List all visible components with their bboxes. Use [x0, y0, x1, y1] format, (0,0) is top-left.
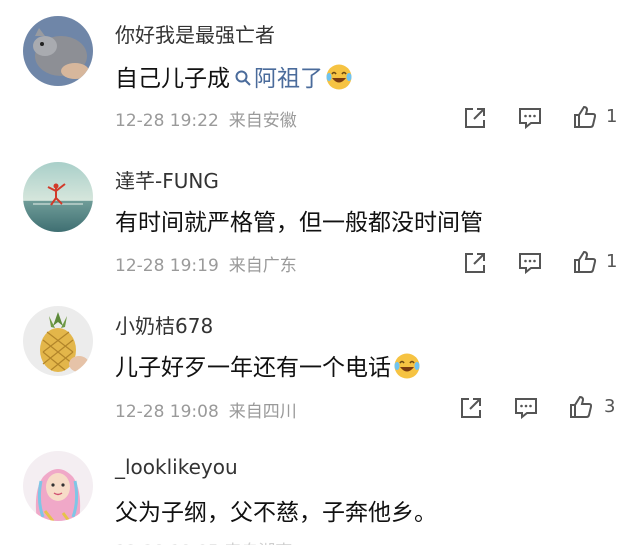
laugh-cry-emoji — [326, 64, 352, 90]
share-icon — [465, 108, 485, 128]
comment-text: 父为子纲，父不慈，子奔他乡。 — [115, 500, 437, 526]
comment-meta: 12-28 19:22 来自安徽 — [115, 106, 307, 131]
gray-cat-avatar — [23, 16, 93, 86]
comment-text-part: 自己儿子成 — [115, 66, 230, 92]
laugh-cry-emoji — [394, 353, 420, 379]
share-button[interactable] — [462, 105, 488, 131]
avatar[interactable] — [23, 451, 93, 521]
location: 来自安徽 — [228, 111, 297, 131]
comment-icon — [515, 398, 537, 420]
location: 来自四川 — [228, 402, 297, 422]
pineapple-avatar — [23, 306, 93, 376]
like-button[interactable] — [572, 249, 598, 275]
avatar[interactable] — [23, 16, 93, 86]
thumbs-up-icon — [574, 105, 597, 128]
thumbs-up-icon — [570, 395, 593, 418]
search-icon — [235, 70, 251, 86]
share-button[interactable] — [458, 395, 484, 421]
username[interactable]: 你好我是最强亡者 — [115, 19, 275, 48]
share-icon — [465, 253, 485, 273]
like-count: 3 — [604, 396, 616, 417]
avatar[interactable] — [23, 162, 93, 232]
thumbs-up-icon — [574, 250, 597, 273]
username[interactable]: 達芊-FUNG — [115, 165, 219, 194]
comment-meta: 12-28 19:08 来自四川 — [115, 397, 307, 422]
dancer-on-water-avatar — [23, 162, 93, 232]
location: 来自广东 — [228, 256, 297, 276]
comment-text: 自己儿子成 阿祖了 — [115, 59, 353, 93]
comment-button[interactable] — [513, 395, 539, 421]
timestamp: 12-28 19:22 — [115, 111, 219, 131]
comment-text-part: 儿子好歹一年还有一个电话 — [115, 355, 391, 381]
comment-text: 儿子好歹一年还有一个电话 — [115, 348, 421, 382]
comment-button[interactable] — [517, 105, 543, 131]
timestamp: 12-28 19:08 — [115, 402, 219, 422]
cartoon-girl-avatar — [23, 451, 93, 521]
share-icon — [461, 398, 481, 418]
comment-button[interactable] — [517, 250, 543, 276]
comment-meta: 12-28 19:19 来自广东 — [115, 251, 307, 276]
share-button[interactable] — [462, 250, 488, 276]
like-count: 1 — [606, 106, 618, 127]
comment-text: 有时间就严格管，但一般都没时间管 — [115, 210, 483, 236]
like-button[interactable] — [572, 104, 598, 130]
username[interactable]: _looklikeyou — [115, 455, 238, 479]
avatar[interactable] — [23, 306, 93, 376]
comment-icon — [519, 253, 541, 275]
like-button[interactable] — [568, 394, 594, 420]
comment-meta-partial: 12-28 19:05 来自湖南 — [115, 537, 292, 545]
username[interactable]: 小奶桔678 — [115, 310, 213, 339]
like-count: 1 — [606, 251, 618, 272]
topic-link[interactable]: 阿祖了 — [254, 66, 323, 92]
timestamp: 12-28 19:19 — [115, 256, 219, 276]
comment-icon — [519, 108, 541, 130]
